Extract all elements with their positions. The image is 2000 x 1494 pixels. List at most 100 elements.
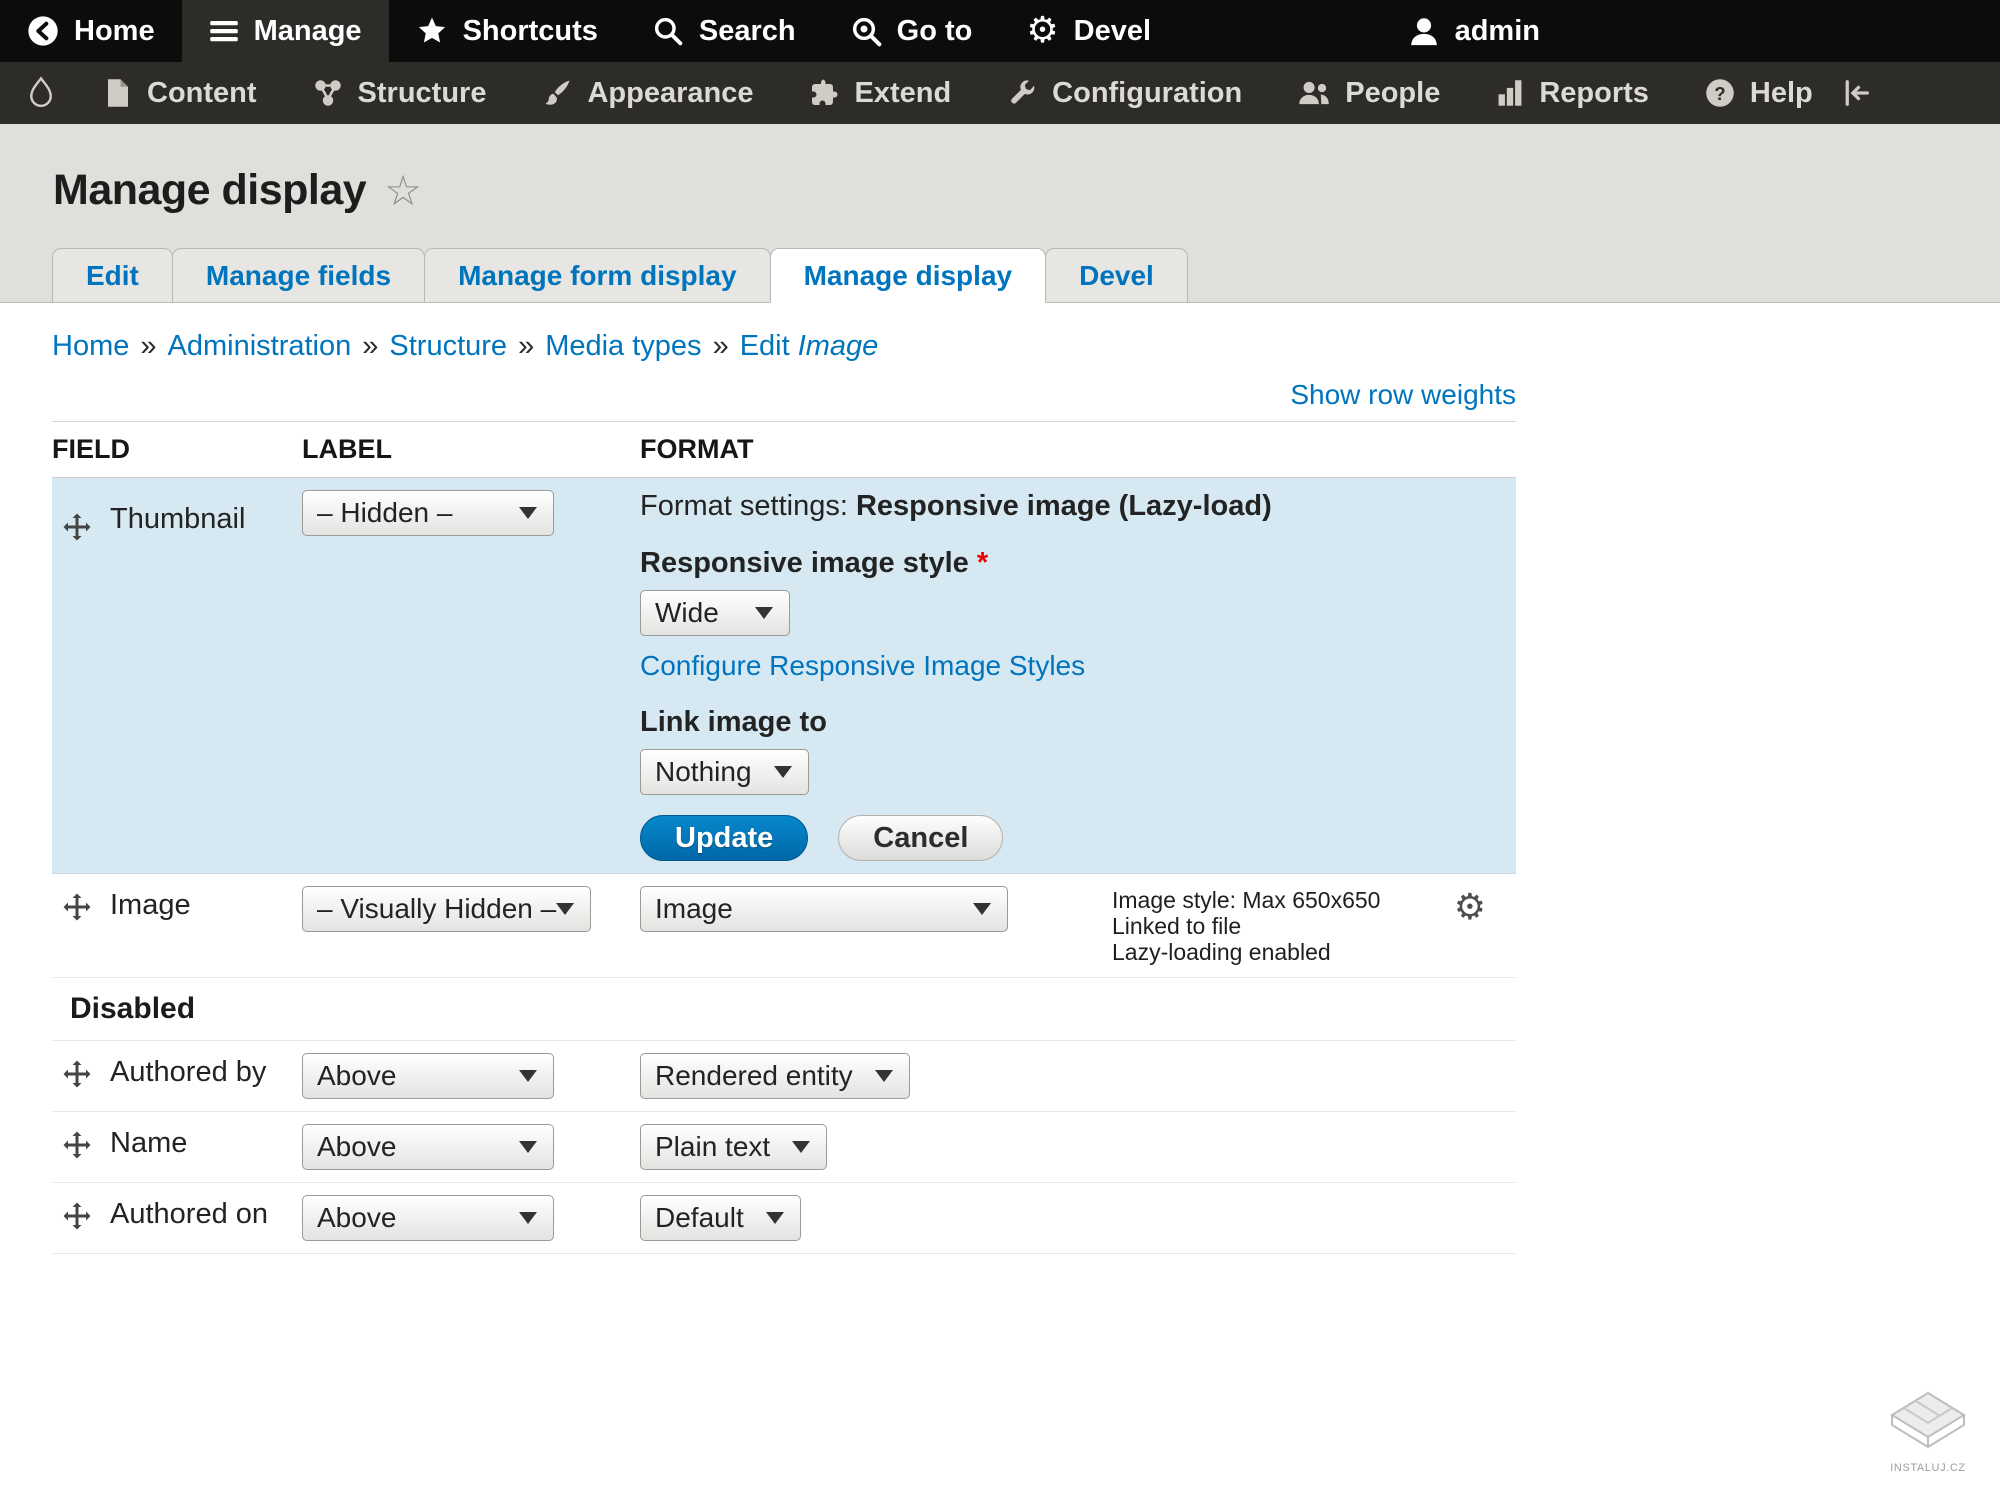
menu-item-label: People: [1345, 76, 1441, 109]
link-image-to-select[interactable]: Nothing: [640, 749, 809, 795]
svg-text:?: ?: [1714, 83, 1725, 104]
link-image-to-label: Link image to: [640, 706, 827, 738]
menu-item-label: Structure: [357, 76, 487, 109]
drupal-logo[interactable]: [0, 62, 76, 124]
tab-edit[interactable]: Edit: [52, 248, 173, 303]
drag-handle[interactable]: [62, 892, 92, 927]
format-settings-title: Format settings: Responsive image (Lazy-…: [640, 490, 1272, 522]
wrench-icon: [1007, 78, 1037, 108]
favorite-star-icon[interactable]: ☆: [384, 169, 422, 212]
help-icon: ?: [1705, 78, 1735, 108]
format-summary: Image style: Max 650x650 Linked to file …: [1112, 887, 1381, 965]
select-value: Plain text: [655, 1131, 771, 1162]
field-name: Name: [110, 1127, 188, 1159]
menu-item-reports[interactable]: Reports: [1468, 62, 1677, 124]
breadcrumb-separator: »: [140, 330, 157, 362]
watermark-logo-icon: [1890, 1391, 1966, 1449]
toolbar-item-label: Go to: [896, 14, 973, 47]
required-asterisk: *: [976, 547, 989, 579]
authored-by-label-select[interactable]: Above: [302, 1053, 554, 1099]
select-value: – Hidden –: [317, 497, 453, 528]
page-title-text: Manage display: [53, 166, 367, 214]
column-header-label: LABEL: [302, 434, 392, 464]
toolbar-item-manage[interactable]: Manage: [181, 0, 389, 62]
breadcrumb-media-types[interactable]: Media types: [545, 330, 701, 362]
name-label-select[interactable]: Above: [302, 1124, 554, 1170]
menu-item-structure[interactable]: Structure: [285, 62, 515, 124]
menu-item-content[interactable]: Content: [76, 62, 285, 124]
chevron-down-icon: [765, 1212, 784, 1224]
menu-item-extend[interactable]: Extend: [781, 62, 979, 124]
name-format-select[interactable]: Plain text: [640, 1124, 828, 1170]
field-name: Image: [110, 889, 191, 921]
menu-item-help[interactable]: ? Help: [1677, 62, 1841, 124]
tab-manage-form-display[interactable]: Manage form display: [424, 248, 771, 303]
toolbar-orientation-toggle[interactable]: [1841, 62, 1891, 124]
show-row-weights-link[interactable]: Show row weights: [1290, 379, 1516, 411]
authored-on-format-select[interactable]: Default: [640, 1195, 801, 1241]
file-icon: [104, 78, 132, 108]
image-format-settings-button[interactable]: ⚙: [1454, 886, 1486, 930]
authored-on-label-select[interactable]: Above: [302, 1195, 554, 1241]
chevron-down-icon: [556, 903, 575, 915]
primary-tabs: Edit Manage fields Manage form display M…: [52, 248, 1188, 303]
select-value: Wide: [655, 597, 719, 628]
table-row-image: Image – Visually Hidden – Image Image st…: [52, 874, 1516, 978]
tab-devel[interactable]: Devel: [1045, 248, 1188, 303]
cancel-button[interactable]: Cancel: [838, 815, 1004, 861]
disabled-section-heading: Disabled: [52, 978, 1516, 1041]
table-header-row: FIELD LABEL FORMAT: [52, 422, 1516, 478]
authored-by-format-select[interactable]: Rendered entity: [640, 1053, 910, 1099]
move-icon: [63, 1060, 91, 1088]
toolbar-item-goto[interactable]: Go to: [823, 0, 1000, 62]
breadcrumb-home[interactable]: Home: [52, 330, 129, 362]
star-icon: [416, 15, 448, 47]
menu-item-label: Extend: [854, 76, 952, 109]
tab-manage-fields[interactable]: Manage fields: [171, 248, 426, 303]
breadcrumb-current-prefix: Edit: [739, 330, 790, 362]
page-header: Manage display ☆ Edit Manage fields Mana…: [0, 124, 2000, 303]
chevron-down-icon: [874, 1070, 893, 1082]
home-back-icon: [27, 15, 59, 47]
toolbar-user-label: admin: [1454, 14, 1540, 47]
toolbar-item-home[interactable]: Home: [0, 0, 182, 62]
image-format-select[interactable]: Image: [640, 886, 1008, 932]
drag-handle[interactable]: [62, 512, 92, 547]
drag-handle[interactable]: [62, 1201, 92, 1236]
toolbar-item-devel[interactable]: ⚙ Devel: [999, 0, 1178, 62]
toolbar-item-label: Devel: [1073, 14, 1152, 47]
table-row-authored-on: Authored on Above Default: [52, 1183, 1516, 1254]
breadcrumb-structure[interactable]: Structure: [389, 330, 507, 362]
tab-manage-display[interactable]: Manage display: [769, 248, 1047, 303]
select-value: Rendered entity: [655, 1060, 853, 1091]
update-button[interactable]: Update: [640, 815, 809, 861]
gear-icon: ⚙: [1453, 887, 1486, 928]
toolbar-item-label: Shortcuts: [462, 14, 598, 47]
configure-responsive-image-styles-link[interactable]: Configure Responsive Image Styles: [640, 650, 1085, 682]
chevron-down-icon: [755, 607, 773, 619]
menu-item-configuration[interactable]: Configuration: [979, 62, 1270, 124]
thumbnail-label-select[interactable]: – Hidden –: [302, 490, 554, 536]
table-row-authored-by: Authored by Above Rendered entity: [52, 1041, 1516, 1112]
breadcrumb-administration[interactable]: Administration: [168, 330, 352, 362]
column-header-format: FORMAT: [640, 434, 754, 464]
toolbar-item-shortcuts[interactable]: Shortcuts: [389, 0, 625, 62]
drag-handle[interactable]: [62, 1130, 92, 1165]
menu-item-label: Appearance: [587, 76, 754, 109]
admin-menu-tray: Content Structure Appearance Extend Conf…: [0, 62, 2000, 124]
menu-item-appearance[interactable]: Appearance: [514, 62, 781, 124]
drag-handle[interactable]: [62, 1059, 92, 1094]
menu-item-people[interactable]: People: [1270, 62, 1468, 124]
responsive-image-style-select[interactable]: Wide: [640, 590, 790, 636]
image-label-select[interactable]: – Visually Hidden –: [302, 886, 592, 932]
goto-icon: [850, 15, 882, 47]
responsive-image-style-label: Responsive image style *: [640, 547, 989, 579]
field-name: Authored on: [110, 1198, 269, 1230]
breadcrumb-current[interactable]: Edit Image: [740, 330, 879, 362]
format-settings-panel: Format settings: Responsive image (Lazy-…: [640, 478, 1516, 873]
select-value: Default: [655, 1202, 744, 1233]
toolbar-user-admin[interactable]: admin: [1381, 0, 1566, 62]
toolbar-item-search[interactable]: Search: [625, 0, 823, 62]
watermark-text: INSTALUJ.CZ: [1890, 1462, 1966, 1474]
select-value: Nothing: [655, 756, 752, 787]
